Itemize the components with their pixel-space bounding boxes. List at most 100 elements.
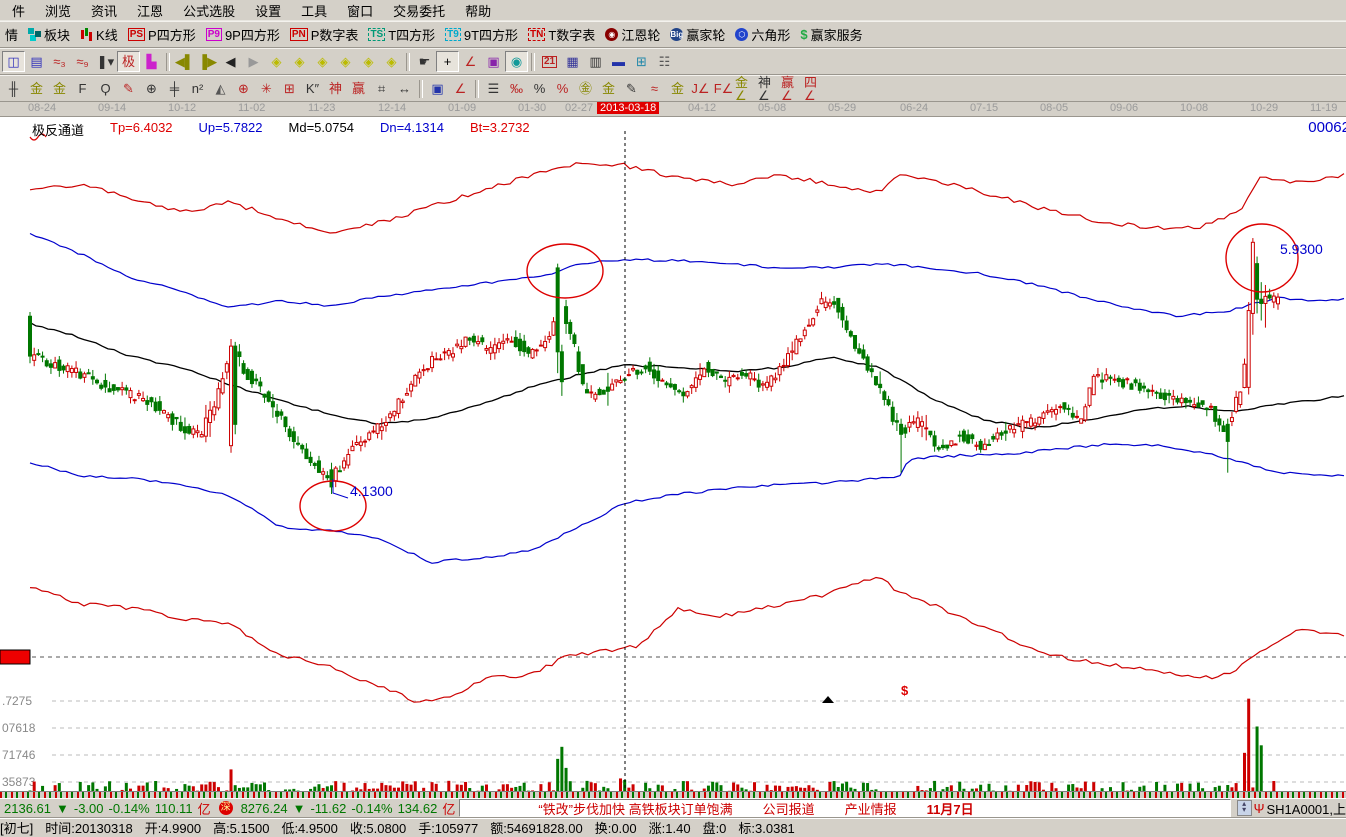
- measure-icon[interactable]: ↔: [393, 78, 416, 99]
- t9-square-button-badge-icon: T9: [445, 28, 461, 41]
- f10-info-icon[interactable]: ▤: [25, 51, 48, 72]
- j-angle-icon[interactable]: J∠: [689, 78, 712, 99]
- kline-button[interactable]: K线: [76, 23, 124, 46]
- quotes-button[interactable]: 情: [1, 23, 24, 46]
- calculator-icon[interactable]: ▦: [561, 51, 584, 72]
- hexagon-button[interactable]: ⬡六角形: [731, 23, 796, 46]
- candle-period-icon[interactable]: ❚▾: [94, 51, 117, 72]
- diamond-hswap-icon[interactable]: ◈: [311, 51, 334, 72]
- wave-3-icon[interactable]: ≈₃: [48, 51, 71, 72]
- gold-angle-icon[interactable]: 金∠: [735, 78, 758, 99]
- menu-公式选股[interactable]: 公式选股: [173, 0, 245, 21]
- next-bar-icon[interactable]: ▶: [242, 51, 265, 72]
- last-bar-icon[interactable]: ▐▶: [196, 51, 219, 72]
- spiral-icon[interactable]: Ϙ: [94, 78, 117, 99]
- copy-net-icon[interactable]: ⊞: [630, 51, 653, 72]
- p-square-button[interactable]: PSP四方形: [124, 23, 202, 46]
- shen-grid-icon[interactable]: 神: [324, 78, 347, 99]
- sh-index-pct: -0.14%: [109, 801, 150, 816]
- p9-square-button[interactable]: P99P四方形: [202, 23, 286, 46]
- grid-123-icon[interactable]: ⌗: [370, 78, 393, 99]
- t-digit-table-button[interactable]: TNT数字表: [524, 23, 601, 46]
- wave-line-icon[interactable]: ≈: [643, 78, 666, 99]
- brush-icon[interactable]: ✎: [117, 78, 140, 99]
- gold-line-icon[interactable]: 金: [597, 78, 620, 99]
- diamond-right-icon[interactable]: ◈: [288, 51, 311, 72]
- menu-设置[interactable]: 设置: [245, 0, 291, 21]
- diamond-left-icon[interactable]: ◈: [265, 51, 288, 72]
- p-digit-table-button[interactable]: PNP数字表: [286, 23, 365, 46]
- news-link-industry[interactable]: 产业情报: [845, 799, 897, 817]
- ying-grid-icon[interactable]: 赢: [347, 78, 370, 99]
- fib-grid-icon[interactable]: F: [71, 78, 94, 99]
- spinner-buttons-icon[interactable]: ▴▾: [1237, 800, 1252, 816]
- sh-index-change: -3.00: [74, 801, 104, 816]
- memo-icon[interactable]: ▥: [584, 51, 607, 72]
- menu-江恩[interactable]: 江恩: [127, 0, 173, 21]
- wave-9-icon[interactable]: ≈₉: [71, 51, 94, 72]
- minute-chart-icon[interactable]: ◫: [2, 51, 25, 72]
- winner-service-button[interactable]: $赢家服务: [796, 23, 868, 46]
- menu-资讯[interactable]: 资讯: [81, 0, 127, 21]
- t-square-button[interactable]: TST四方形: [364, 23, 441, 46]
- gann-wheel-button[interactable]: ◉江恩轮: [601, 23, 666, 46]
- gold-under-icon[interactable]: 金: [666, 78, 689, 99]
- menu-工具[interactable]: 工具: [291, 0, 337, 21]
- gann-box-tool-icon[interactable]: ▣: [482, 51, 505, 72]
- percent-icon[interactable]: %: [528, 78, 551, 99]
- winner-wheel-button[interactable]: Big赢家轮: [666, 23, 731, 46]
- menu-帮助[interactable]: 帮助: [455, 0, 501, 21]
- crosshair-tool-icon[interactable]: +: [436, 51, 459, 72]
- pen-mark-icon[interactable]: ✎: [620, 78, 643, 99]
- sector-button[interactable]: 板块: [24, 23, 76, 46]
- hand-tool-icon[interactable]: ☛: [413, 51, 436, 72]
- quotes-button-label: 情: [5, 25, 18, 44]
- color-volume-icon[interactable]: ▙: [140, 51, 163, 72]
- shen-angle-icon[interactable]: 神∠: [758, 78, 781, 99]
- gann-grid-gold-icon[interactable]: 金: [25, 78, 48, 99]
- diamond-compress-icon[interactable]: ◈: [334, 51, 357, 72]
- p-square-button-badge-icon: PS: [128, 28, 145, 41]
- menu-浏览[interactable]: 浏览: [35, 0, 81, 21]
- calendar-icon[interactable]: 21: [538, 51, 561, 72]
- gold-circle-icon[interactable]: ㊎: [574, 78, 597, 99]
- ruler-ticks-icon[interactable]: ╪: [163, 78, 186, 99]
- n-square-icon[interactable]: n²: [186, 78, 209, 99]
- percent-line-icon[interactable]: ‰: [505, 78, 528, 99]
- circle-cycle-icon[interactable]: ⊕: [140, 78, 163, 99]
- jifan-channel-icon[interactable]: 极: [117, 51, 140, 72]
- stat-panel-icon[interactable]: ☰: [482, 78, 505, 99]
- mirror-icon[interactable]: ◭: [209, 78, 232, 99]
- percent-eq-icon[interactable]: %: [551, 78, 574, 99]
- kline-chart[interactable]: .72750761871746358735.93004.1300$: [0, 117, 1346, 791]
- save-icon[interactable]: ▬: [607, 51, 630, 72]
- ticker-separator: [0, 791, 1346, 798]
- starburst-icon[interactable]: ✳: [255, 78, 278, 99]
- print-icon[interactable]: ☷: [653, 51, 676, 72]
- menu-窗口[interactable]: 窗口: [337, 0, 383, 21]
- menu-件[interactable]: 件: [2, 0, 35, 21]
- circle-cycle-icon-glyph: ⊕: [146, 82, 157, 95]
- trendline-tool-icon[interactable]: ∠: [459, 51, 482, 72]
- prev-bar-icon[interactable]: ◀: [219, 51, 242, 72]
- ying-angle-icon[interactable]: 赢∠: [781, 78, 804, 99]
- news-link-company[interactable]: 公司报道: [763, 799, 815, 817]
- chart-area[interactable]: 极反通道 Tp=6.4032Up=5.7822Md=5.0754Dn=4.131…: [0, 117, 1346, 791]
- si-angle-icon[interactable]: 四∠: [804, 78, 827, 99]
- grid-target-icon[interactable]: ⊞: [278, 78, 301, 99]
- news-headline[interactable]: “铁改”步伐加快 高铁板块订单饱满: [538, 799, 732, 817]
- shenzhen-badge-icon[interactable]: 深: [219, 801, 233, 815]
- pattern-tool-icon[interactable]: ◉: [505, 51, 528, 72]
- diamond-expand-icon[interactable]: ◈: [357, 51, 380, 72]
- menu-交易委托[interactable]: 交易委托: [383, 0, 455, 21]
- f-angle-icon[interactable]: F∠: [712, 78, 735, 99]
- gann-grid-gold2-icon[interactable]: 金: [48, 78, 71, 99]
- first-bar-icon[interactable]: ◀▌: [173, 51, 196, 72]
- t9-square-button[interactable]: T99T四方形: [441, 23, 524, 46]
- diamond-vswap-icon[interactable]: ◈: [380, 51, 403, 72]
- angle-line-red-icon[interactable]: ∠: [449, 78, 472, 99]
- box-range-icon[interactable]: ▣: [426, 78, 449, 99]
- hline-pair-icon[interactable]: ╫: [2, 78, 25, 99]
- target-icon[interactable]: ⊕: [232, 78, 255, 99]
- k-mark-icon[interactable]: K″: [301, 78, 324, 99]
